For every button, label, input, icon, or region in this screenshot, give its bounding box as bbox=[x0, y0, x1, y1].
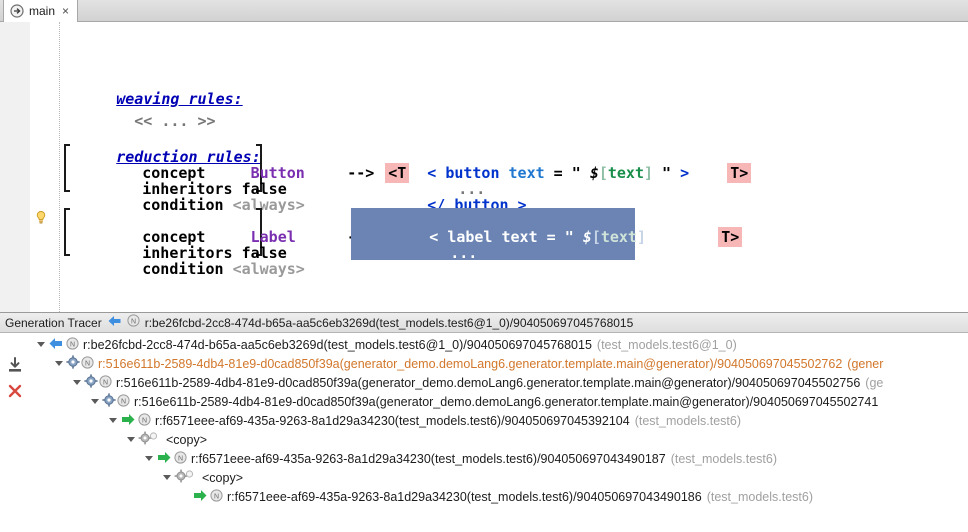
rule-label-condition-row[interactable]: condition <always> bbox=[70, 242, 305, 296]
model-badge-icon: N bbox=[99, 375, 112, 391]
svg-text:N: N bbox=[214, 493, 219, 500]
close-icon[interactable]: × bbox=[60, 5, 69, 17]
editor-tab-main[interactable]: main × bbox=[3, 0, 78, 22]
green-arrow-right-icon bbox=[156, 451, 172, 467]
close-icon[interactable] bbox=[5, 381, 25, 401]
chevron-down-icon[interactable] bbox=[53, 354, 66, 373]
mps-editor-window: main × weaving rules: << ... >> reductio… bbox=[0, 0, 968, 532]
tracer-path: r:be26fcbd-2cc8-474d-b65a-aa5c6eb3269d(t… bbox=[145, 316, 634, 330]
tree-row-suffix: (test_models.test6) bbox=[702, 490, 813, 504]
tree-row-label: <copy> bbox=[194, 471, 243, 485]
rule-label-tag-close[interactable]: </ label > bbox=[357, 242, 520, 296]
editor-code-area[interactable]: weaving rules: << ... >> reduction rules… bbox=[0, 22, 968, 312]
svg-text:N: N bbox=[142, 417, 147, 424]
svg-text:N: N bbox=[131, 318, 136, 325]
gear-icon bbox=[102, 393, 116, 410]
tree-row-label: r:f6571eee-af69-435a-9263-8a1d29a34230(t… bbox=[187, 452, 666, 466]
arrow-right-circle-icon bbox=[10, 4, 24, 18]
svg-text:N: N bbox=[85, 360, 90, 367]
tree-row-suffix: (test_models.test6) bbox=[630, 414, 741, 428]
model-badge-icon: N bbox=[174, 451, 187, 467]
tree-row-5[interactable]: <copy> bbox=[125, 430, 207, 449]
chevron-down-icon[interactable] bbox=[89, 392, 102, 411]
tree-row-label: r:516e611b-2589-4db4-81e9-d0cad850f39a(g… bbox=[130, 395, 878, 409]
tree-row-label: <copy> bbox=[158, 433, 207, 447]
rule-button-close-chip[interactable]: T> bbox=[655, 146, 751, 200]
chevron-down-icon[interactable] bbox=[71, 373, 84, 392]
chevron-down-icon[interactable] bbox=[107, 411, 120, 430]
gear-icon bbox=[84, 374, 98, 391]
svg-text:N: N bbox=[121, 398, 126, 405]
chevron-down-icon[interactable] bbox=[35, 335, 48, 354]
tree-row-label: r:be26fcbd-2cc8-474d-b65a-aa5c6eb3269d(t… bbox=[79, 338, 592, 352]
svg-text:N: N bbox=[70, 341, 75, 348]
tree-row-8[interactable]: N r:f6571eee-af69-435a-9263-8a1d29a34230… bbox=[192, 487, 813, 506]
tree-row-6[interactable]: N r:f6571eee-af69-435a-9263-8a1d29a34230… bbox=[143, 449, 777, 468]
tracer-toolbar bbox=[0, 333, 30, 532]
chevron-down-icon[interactable] bbox=[125, 430, 138, 449]
model-badge-icon: N bbox=[66, 337, 79, 353]
svg-text:N: N bbox=[178, 455, 183, 462]
tree-row-3[interactable]: N r:516e611b-2589-4db4-81e9-d0cad850f39a… bbox=[89, 392, 883, 411]
svg-text:N: N bbox=[103, 379, 108, 386]
tree-row-label: r:f6571eee-af69-435a-9263-8a1d29a34230(t… bbox=[223, 490, 702, 504]
tracer-tree[interactable]: N r:be26fcbd-2cc8-474d-b65a-aa5c6eb3269d… bbox=[30, 333, 968, 532]
gear-small-icon bbox=[138, 431, 158, 448]
model-badge-icon: N bbox=[138, 413, 151, 429]
tree-row-suffix: (test_models.test6@1_0) bbox=[592, 338, 737, 352]
blue-arrow-left-icon bbox=[48, 337, 64, 353]
green-arrow-right-icon bbox=[192, 489, 208, 505]
tree-row-label: r:f6571eee-af69-435a-9263-8a1d29a34230(t… bbox=[151, 414, 630, 428]
model-badge-icon: N bbox=[81, 356, 94, 372]
tree-row-suffix: (test_models.test6) bbox=[666, 452, 777, 466]
tracer-header: Generation Tracer N r:be26fcbd-2cc8-474d… bbox=[0, 313, 968, 333]
tree-row-0[interactable]: N r:be26fcbd-2cc8-474d-b65a-aa5c6eb3269d… bbox=[35, 335, 737, 354]
tree-row-suffix: (ge bbox=[860, 376, 883, 390]
node-badge-icon[interactable]: N bbox=[127, 314, 140, 332]
export-icon[interactable] bbox=[5, 355, 25, 375]
model-badge-icon: N bbox=[210, 489, 223, 505]
model-badge-icon: N bbox=[117, 394, 130, 410]
chevron-down-icon[interactable] bbox=[143, 449, 156, 468]
code-editor[interactable]: weaving rules: << ... >> reduction rules… bbox=[0, 22, 968, 312]
editor-tabbar: main × bbox=[0, 0, 968, 22]
tree-row-4[interactable]: N r:f6571eee-af69-435a-9263-8a1d29a34230… bbox=[107, 411, 741, 430]
generation-tracer-panel: Generation Tracer N r:be26fcbd-2cc8-474d… bbox=[0, 312, 968, 532]
intention-bulb-icon[interactable] bbox=[33, 210, 49, 226]
tree-row-label: r:516e611b-2589-4db4-81e9-d0cad850f39a(g… bbox=[94, 357, 842, 371]
tree-row-7[interactable]: <copy> bbox=[161, 468, 243, 487]
chevron-down-icon[interactable] bbox=[161, 468, 174, 487]
tree-row-1[interactable]: N r:516e611b-2589-4db4-81e9-d0cad850f39a… bbox=[53, 354, 883, 373]
rule-label-close-chip[interactable]: T> bbox=[646, 210, 742, 264]
tree-row-label: r:516e611b-2589-4db4-81e9-d0cad850f39a(g… bbox=[112, 376, 860, 390]
green-arrow-right-icon bbox=[120, 413, 136, 429]
back-arrow-icon[interactable] bbox=[107, 314, 122, 332]
tree-row-suffix: (gener bbox=[842, 357, 883, 371]
section-title-pattern: pattern rules: bbox=[44, 299, 243, 312]
gear-icon bbox=[66, 355, 80, 372]
editor-tab-label: main bbox=[29, 4, 55, 18]
gear-small-icon bbox=[174, 469, 194, 486]
tracer-title: Generation Tracer bbox=[5, 316, 102, 330]
tree-row-2[interactable]: N r:516e611b-2589-4db4-81e9-d0cad850f39a… bbox=[71, 373, 883, 392]
